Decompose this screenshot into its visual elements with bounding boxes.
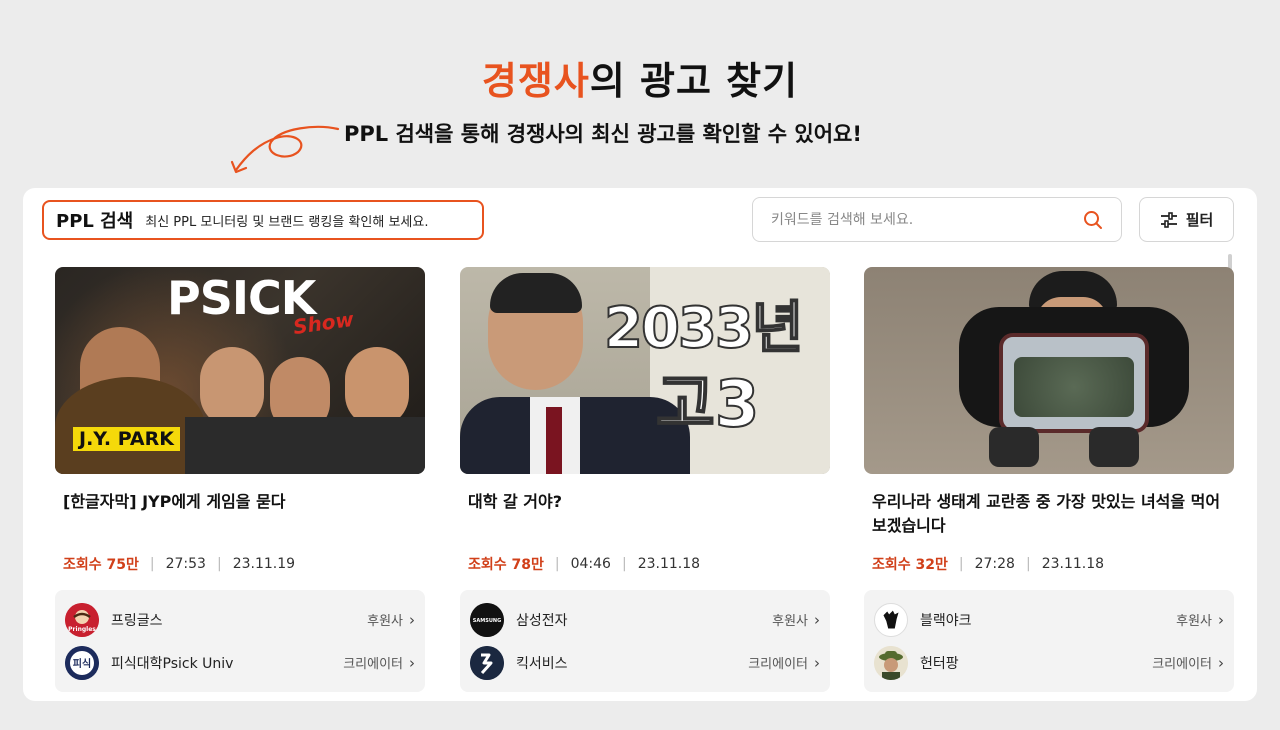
ppl-panel: PPL 검색 최신 PPL 모니터링 및 브랜드 랭킹을 확인해 보세요. 필터 [23, 188, 1257, 701]
video-meta: 조회수 32만 | 27:28 | 23.11.18 [864, 554, 1234, 574]
brand-list: SAMSUNG 삼성전자 후원사 › 킥서비스 크리에이터 › [460, 590, 830, 692]
chevron-right-icon: › [409, 653, 415, 672]
video-card[interactable]: PSICK Show J.Y. PARK [한글자막] JYP에게 게임을 묻다… [55, 267, 425, 692]
search-input[interactable] [771, 211, 1083, 228]
sliders-icon [1160, 211, 1177, 228]
video-card[interactable]: 우리나라 생태계 교란종 중 가장 맛있는 녀석을 먹어보겠습니다 조회수 32… [864, 267, 1234, 692]
brand-row[interactable]: 피식 피식대학Psick Univ 크리에이터 › [65, 641, 415, 684]
meta-divider: | [554, 556, 560, 572]
brand-role: 후원사 › [772, 610, 820, 630]
brand-name: 삼성전자 [516, 612, 568, 629]
thumbnail-title: 2033년 [603, 295, 804, 362]
meta-divider: | [621, 556, 627, 572]
upload-date: 23.11.18 [1041, 556, 1105, 572]
role-label: 크리에이터 [343, 657, 403, 672]
brand-role: 크리에이터 › [343, 653, 415, 673]
view-count: 조회수 78만 [468, 557, 544, 573]
search-icon[interactable] [1083, 210, 1103, 230]
hero-title-rest: 의 광고 찾기 [589, 59, 799, 103]
brand-row[interactable]: SAMSUNG 삼성전자 후원사 › [470, 598, 820, 641]
video-title[interactable]: [한글자막] JYP에게 게임을 묻다 [55, 490, 425, 542]
video-meta: 조회수 78만 | 04:46 | 23.11.18 [460, 554, 830, 574]
video-card[interactable]: 2033년 고3 대학 갈 거야? 조회수 78만 | 04:46 | 23.1… [460, 267, 830, 692]
thumbnail-label: J.Y. PARK [73, 427, 180, 451]
brand-row[interactable]: 헌터팡 크리에이터 › [874, 641, 1224, 684]
video-title[interactable]: 우리나라 생태계 교란종 중 가장 맛있는 녀석을 먹어보겠습니다 [864, 490, 1234, 542]
svg-text:피식: 피식 [73, 657, 91, 670]
role-label: 크리에이터 [748, 657, 808, 672]
filter-label: 필터 [1185, 211, 1214, 229]
filter-button[interactable]: 필터 [1139, 197, 1234, 242]
role-label: 후원사 [367, 614, 403, 629]
meta-divider: | [1025, 556, 1031, 572]
search-bar[interactable] [752, 197, 1122, 242]
hero-title-accent: 경쟁사 [481, 59, 590, 103]
brand-row[interactable]: Pringles 프링글스 후원사 › [65, 598, 415, 641]
chevron-right-icon: › [1218, 653, 1224, 672]
role-label: 후원사 [1176, 614, 1212, 629]
brand-role: 후원사 › [367, 610, 415, 630]
role-label: 후원사 [772, 614, 808, 629]
video-title[interactable]: 대학 갈 거야? [460, 490, 830, 542]
kick-service-logo-icon [470, 645, 504, 680]
brand-list: 블랙야크 후원사 › 헌터팡 크리에이터 › [864, 590, 1234, 692]
brand-name: 블랙야크 [920, 612, 972, 629]
thumbnail-subtitle: 고3 [655, 367, 760, 443]
brand-role: 크리에이터 › [748, 653, 820, 673]
blackyak-logo-icon [874, 602, 908, 637]
curved-arrow-icon [230, 125, 340, 174]
brand-row[interactable]: 블랙야크 후원사 › [874, 598, 1224, 641]
video-thumbnail[interactable] [864, 267, 1234, 474]
chevron-right-icon: › [814, 610, 820, 629]
brand-role: 후원사 › [1176, 610, 1224, 630]
meta-divider: | [958, 556, 964, 572]
brand-role: 크리에이터 › [1152, 653, 1224, 673]
upload-date: 23.11.18 [637, 556, 701, 572]
ppl-description: 최신 PPL 모니터링 및 브랜드 랭킹을 확인해 보세요. [145, 214, 429, 230]
view-count: 조회수 32만 [872, 557, 948, 573]
role-label: 크리에이터 [1152, 657, 1212, 672]
upload-date: 23.11.19 [232, 556, 296, 572]
hunterpang-avatar-icon [874, 645, 908, 680]
psick-univ-logo-icon: 피식 [65, 645, 99, 680]
video-duration: 04:46 [570, 556, 611, 572]
meta-divider: | [149, 556, 155, 572]
video-duration: 27:28 [974, 556, 1015, 572]
meta-divider: | [216, 556, 222, 572]
brand-row[interactable]: 킥서비스 크리에이터 › [470, 641, 820, 684]
view-count: 조회수 75만 [63, 557, 139, 573]
brand-name: 헌터팡 [920, 655, 959, 672]
hero-subtitle: PPL 검색을 통해 경쟁사의 최신 광고를 확인할 수 있어요! [344, 122, 862, 146]
video-thumbnail[interactable]: 2033년 고3 [460, 267, 830, 474]
hero-title: 경쟁사의 광고 찾기 [0, 50, 1280, 105]
brand-name: 프링글스 [111, 612, 163, 629]
pringles-logo-icon: Pringles [65, 602, 99, 637]
brand-list: Pringles 프링글스 후원사 › 피식 피식대학Psick Univ 크리에… [55, 590, 425, 692]
chevron-right-icon: › [409, 610, 415, 629]
svg-text:SAMSUNG: SAMSUNG [473, 618, 501, 624]
chevron-right-icon: › [1218, 610, 1224, 629]
brand-name: 킥서비스 [516, 655, 568, 672]
samsung-logo-icon: SAMSUNG [470, 602, 504, 637]
brand-name: 피식대학Psick Univ [111, 655, 234, 672]
ppl-header: PPL 검색 최신 PPL 모니터링 및 브랜드 랭킹을 확인해 보세요. [42, 200, 484, 240]
ppl-title: PPL 검색 [56, 211, 134, 232]
chevron-right-icon: › [814, 653, 820, 672]
video-meta: 조회수 75만 | 27:53 | 23.11.19 [55, 554, 425, 574]
video-thumbnail[interactable]: PSICK Show J.Y. PARK [55, 267, 425, 474]
svg-text:Pringles: Pringles [68, 626, 96, 633]
video-duration: 27:53 [165, 556, 206, 572]
